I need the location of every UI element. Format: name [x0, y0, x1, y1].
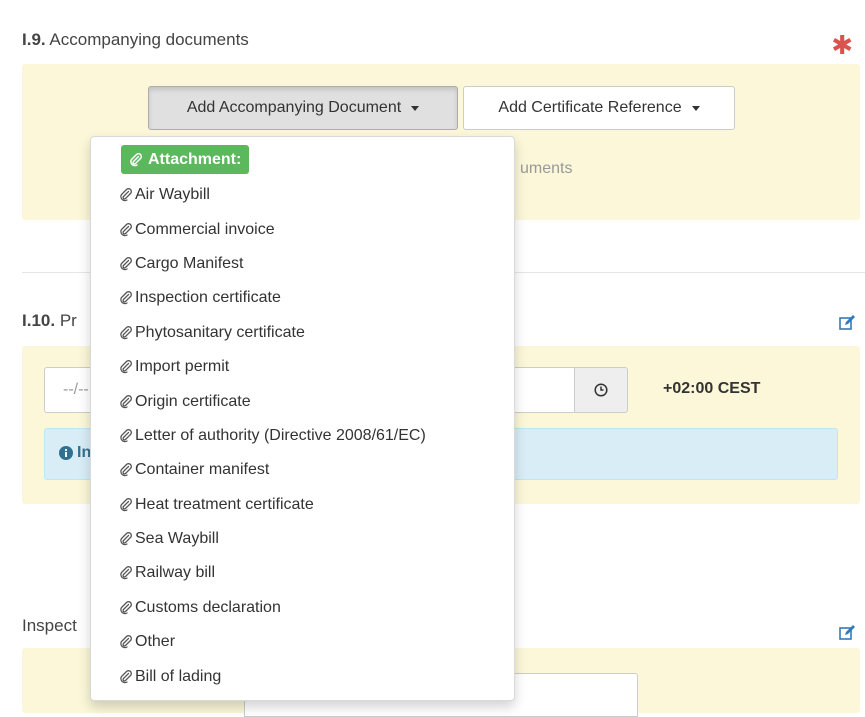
edit-icon[interactable] — [838, 314, 856, 332]
caret-down-icon — [411, 105, 420, 111]
section-i9-title: Accompanying documents — [49, 30, 249, 49]
menu-item-label: Import permit — [135, 358, 230, 376]
menu-item-label: Heat treatment certificate — [135, 495, 314, 513]
menu-item-label: Customs declaration — [135, 598, 281, 616]
paperclip-icon — [120, 291, 132, 305]
section-i9-number: I.9. — [22, 30, 46, 49]
menu-item-label: Bill of lading — [135, 667, 222, 685]
required-asterisk-icon: ✱ — [831, 30, 853, 60]
menu-item-commercial-invoice[interactable]: Commercial invoice — [91, 212, 514, 246]
info-circle-icon — [59, 446, 73, 460]
menu-item-air-waybill[interactable]: Air Waybill — [91, 178, 514, 212]
section-i10-number: I.10. — [22, 311, 56, 330]
clock-button[interactable] — [574, 367, 628, 413]
clock-icon — [594, 383, 608, 397]
menu-item-origin-certificate[interactable]: Origin certificate — [91, 384, 514, 418]
paperclip-icon — [120, 463, 132, 477]
attachment-header: Attachment: — [121, 145, 250, 174]
add-certificate-reference-label: Add Certificate Reference — [498, 99, 682, 116]
menu-item-sea-waybill[interactable]: Sea Waybill — [91, 522, 514, 556]
menu-item-label: Phytosanitary certificate — [135, 323, 305, 341]
paperclip-icon — [130, 152, 143, 166]
paperclip-icon — [120, 566, 132, 580]
menu-item-label: Air Waybill — [135, 186, 210, 204]
edit-icon[interactable] — [838, 624, 856, 642]
document-type-list: Air Waybill Commercial invoice Cargo Man… — [91, 178, 514, 694]
paperclip-icon — [120, 222, 132, 236]
paperclip-icon — [120, 532, 132, 546]
menu-item-import-permit[interactable]: Import permit — [91, 350, 514, 384]
menu-item-label: Container manifest — [135, 461, 270, 479]
paperclip-icon — [120, 360, 132, 374]
menu-item-label: Letter of authority (Directive 2008/61/E… — [135, 426, 426, 444]
menu-item-cargo-manifest[interactable]: Cargo Manifest — [91, 247, 514, 281]
add-accompanying-document-button[interactable]: Add Accompanying Document — [148, 86, 458, 130]
accompanying-document-dropdown: Attachment: Air Waybill Commercial invoi… — [90, 136, 515, 701]
menu-item-label: Inspection certificate — [135, 289, 281, 307]
menu-item-label: Other — [135, 633, 176, 651]
section-i10-heading: I.10. Pr — [22, 311, 77, 331]
timezone-label: +02:00 CEST — [663, 380, 761, 397]
caret-down-icon — [691, 105, 700, 111]
documents-empty-text: uments — [520, 160, 573, 177]
paperclip-icon — [120, 635, 132, 649]
add-accompanying-document-label: Add Accompanying Document — [186, 99, 402, 116]
menu-item-customs-declaration[interactable]: Customs declaration — [91, 591, 514, 625]
section-i10-title: Pr — [59, 311, 77, 330]
paperclip-icon — [120, 188, 132, 202]
paperclip-icon — [120, 394, 132, 408]
paperclip-icon — [120, 669, 132, 683]
menu-item-label: Cargo Manifest — [135, 254, 244, 272]
menu-item-phytosanitary-certificate[interactable]: Phytosanitary certificate — [91, 316, 514, 350]
paperclip-icon — [120, 257, 132, 271]
section-i9-heading: I.9. Accompanying documents — [22, 30, 249, 50]
menu-item-heat-treatment-certificate[interactable]: Heat treatment certificate — [91, 488, 514, 522]
inspection-heading: Inspect — [22, 616, 77, 635]
info-content: In — [59, 444, 91, 462]
menu-item-label: Origin certificate — [135, 392, 251, 410]
add-certificate-reference-button[interactable]: Add Certificate Reference — [463, 86, 735, 130]
menu-item-container-manifest[interactable]: Container manifest — [91, 453, 514, 487]
menu-item-other[interactable]: Other — [91, 625, 514, 659]
menu-item-label: Railway bill — [135, 564, 216, 582]
menu-item-railway-bill[interactable]: Railway bill — [91, 556, 514, 590]
paperclip-icon — [120, 497, 132, 511]
menu-item-letter-of-authority[interactable]: Letter of authority (Directive 2008/61/E… — [91, 419, 514, 453]
menu-item-label: Commercial invoice — [135, 220, 275, 238]
menu-item-bill-of-lading[interactable]: Bill of lading — [91, 659, 514, 693]
paperclip-icon — [120, 428, 132, 443]
menu-item-inspection-certificate[interactable]: Inspection certificate — [91, 281, 514, 315]
paperclip-icon — [120, 600, 132, 615]
paperclip-icon — [120, 325, 132, 339]
date-placeholder: --/-- — [63, 381, 89, 398]
attachment-header-label: Attachment: — [148, 150, 242, 168]
menu-item-label: Sea Waybill — [135, 530, 219, 548]
